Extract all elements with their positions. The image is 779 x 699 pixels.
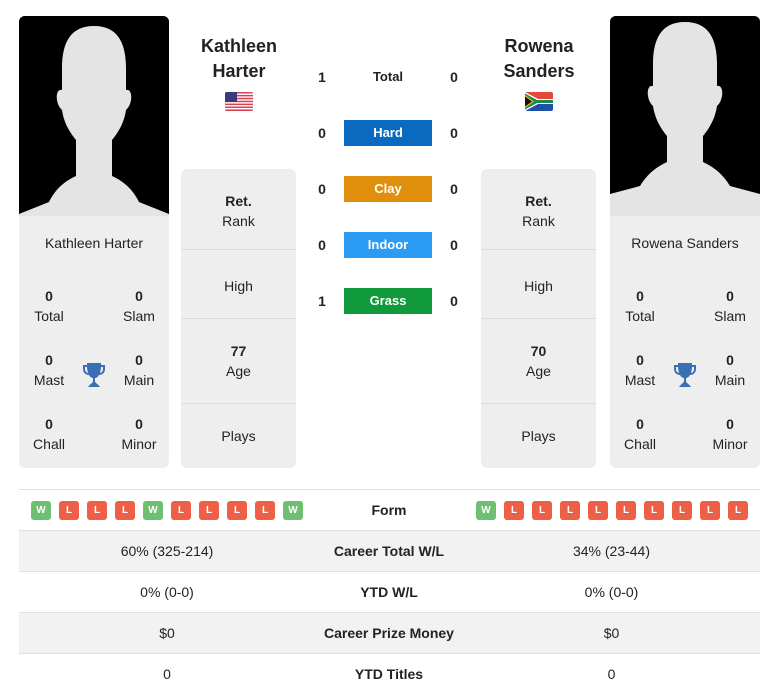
south-africa-flag-icon <box>525 92 553 111</box>
silhouette-icon <box>19 16 169 216</box>
rank-left: Ret. Rank <box>222 193 255 229</box>
age-right: 70 Age <box>526 343 551 379</box>
form-loss-badge[interactable]: L <box>255 501 275 520</box>
form-badges-right: WLLLLLLLLL <box>476 501 748 520</box>
rank-right: Ret. Rank <box>522 193 555 229</box>
h2h-hard-row: 0 Hard 0 <box>300 120 480 146</box>
form-loss-badge[interactable]: L <box>644 501 664 520</box>
h2h-total-row: 1 Total 0 <box>300 64 480 90</box>
divider <box>181 403 296 404</box>
form-loss-badge[interactable]: L <box>728 501 748 520</box>
table-row: 0 YTD Titles 0 <box>19 653 760 694</box>
h2h-grass-row: 1 Grass 0 <box>300 288 480 314</box>
titles-minor-right: 0 Minor <box>712 416 748 452</box>
divider <box>181 249 296 250</box>
high-right: High <box>524 278 553 294</box>
form-row: WLLLWLLLLW Form WLLLLLLLLL <box>19 489 760 530</box>
h2h-indoor-row: 0 Indoor 0 <box>300 232 480 258</box>
form-loss-badge[interactable]: L <box>87 501 107 520</box>
player-name-right: Rowena Sanders <box>631 235 739 251</box>
divider <box>481 249 596 250</box>
form-win-badge[interactable]: W <box>143 501 163 520</box>
form-loss-badge[interactable]: L <box>171 501 191 520</box>
surface-hard-badge[interactable]: Hard <box>344 120 432 146</box>
h2h-total-label: Total <box>372 69 404 84</box>
plays-right: Plays <box>521 428 556 444</box>
titles-main-left: 0 Main <box>123 352 155 388</box>
form-badges-left: WLLLWLLLLW <box>31 501 303 520</box>
rank-card-right: Ret. Rank High 70 Age Plays <box>481 169 596 468</box>
titles-total-right: 0 Total <box>625 288 655 324</box>
titles-chall-right: 0 Chall <box>624 416 656 452</box>
surface-grass-badge[interactable]: Grass <box>344 288 432 314</box>
form-win-badge[interactable]: W <box>283 501 303 520</box>
form-loss-badge[interactable]: L <box>227 501 247 520</box>
h2h-clay-row: 0 Clay 0 <box>300 176 480 202</box>
form-label: Form <box>371 502 407 518</box>
form-loss-badge[interactable]: L <box>532 501 552 520</box>
form-win-badge[interactable]: W <box>476 501 496 520</box>
form-loss-badge[interactable]: L <box>560 501 580 520</box>
form-loss-badge[interactable]: L <box>700 501 720 520</box>
stats-table: WLLLWLLLLW Form WLLLLLLLLL 60% (325-214)… <box>19 489 760 694</box>
silhouette-icon <box>610 16 760 216</box>
table-row: 60% (325-214) Career Total W/L 34% (23-4… <box>19 530 760 571</box>
player-photo-right <box>610 16 760 216</box>
titles-minor-left: 0 Minor <box>121 416 157 452</box>
trophy-icon <box>674 363 696 387</box>
form-loss-badge[interactable]: L <box>115 501 135 520</box>
form-loss-badge[interactable]: L <box>672 501 692 520</box>
titles-grid-left: 0 Total 0 Slam 0 Mast 0 Main 0 Chall 0 M… <box>19 256 169 456</box>
divider <box>481 318 596 319</box>
player-name-left: Kathleen Harter <box>44 235 144 251</box>
table-row: $0 Career Prize Money $0 <box>19 612 760 653</box>
form-loss-badge[interactable]: L <box>199 501 219 520</box>
form-win-badge[interactable]: W <box>31 501 51 520</box>
form-loss-badge[interactable]: L <box>588 501 608 520</box>
surface-clay-badge[interactable]: Clay <box>344 176 432 202</box>
titles-chall-left: 0 Chall <box>33 416 65 452</box>
player-card-left: Kathleen Harter 0 Total 0 Slam 0 Mast 0 … <box>19 16 169 468</box>
player-card-right: Rowena Sanders 0 Total 0 Slam 0 Mast 0 M… <box>610 16 760 468</box>
titles-grid-right: 0 Total 0 Slam 0 Mast 0 Main 0 Chall 0 M… <box>610 256 760 456</box>
rank-card-left: Ret. Rank High 77 Age Plays <box>181 169 296 468</box>
age-left: 77 Age <box>226 343 251 379</box>
trophy-icon <box>83 363 105 387</box>
table-row: 0% (0-0) YTD W/L 0% (0-0) <box>19 571 760 612</box>
titles-main-right: 0 Main <box>714 352 746 388</box>
surface-indoor-badge[interactable]: Indoor <box>344 232 432 258</box>
form-loss-badge[interactable]: L <box>504 501 524 520</box>
divider <box>181 318 296 319</box>
titles-mast-right: 0 Mast <box>624 352 656 388</box>
usa-flag-icon <box>225 92 253 111</box>
titles-slam-right: 0 Slam <box>714 288 746 324</box>
titles-mast-left: 0 Mast <box>33 352 65 388</box>
titles-slam-left: 0 Slam <box>123 288 155 324</box>
high-left: High <box>224 278 253 294</box>
form-loss-badge[interactable]: L <box>59 501 79 520</box>
form-loss-badge[interactable]: L <box>616 501 636 520</box>
player-photo-left <box>19 16 169 216</box>
player-name-header-right[interactable]: Rowena Sanders <box>469 34 609 84</box>
player-name-header-left[interactable]: Kathleen Harter <box>169 34 309 84</box>
divider <box>481 403 596 404</box>
plays-left: Plays <box>221 428 256 444</box>
titles-total-left: 0 Total <box>34 288 64 324</box>
